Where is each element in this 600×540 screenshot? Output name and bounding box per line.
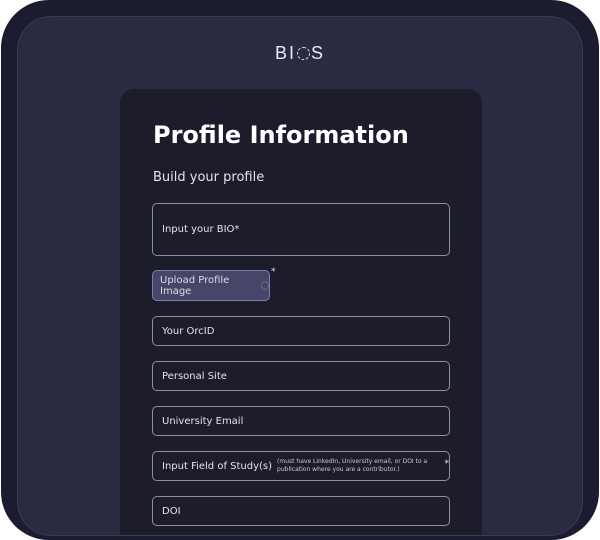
form-subtitle: Build your profile bbox=[153, 170, 265, 185]
bio-input[interactable]: Input your BIO * bbox=[152, 203, 450, 256]
field-of-study-input[interactable]: Input Field of Study(s) (must have Linke… bbox=[152, 451, 450, 481]
page-title: Profile Information bbox=[153, 121, 409, 149]
field-of-study-placeholder: Input Field of Study(s) bbox=[162, 460, 273, 472]
doi-placeholder: DOI bbox=[162, 505, 181, 517]
university-email-input[interactable]: University Email bbox=[152, 406, 450, 436]
required-mark: * bbox=[234, 224, 240, 235]
bio-placeholder: Input your BIO bbox=[162, 224, 235, 235]
upload-label: Upload Profile Image bbox=[160, 274, 230, 297]
upload-required-mark: * bbox=[271, 267, 276, 277]
logo-ring-icon bbox=[297, 47, 310, 60]
personal-site-placeholder: Personal Site bbox=[162, 370, 227, 382]
orcid-placeholder: Your OrcID bbox=[162, 325, 215, 337]
device-frame: BI S Profile Information Build your profi… bbox=[1, 0, 599, 540]
field-of-study-note: (must have LinkedIn, University email, o… bbox=[277, 458, 428, 473]
app-screen: BI S Profile Information Build your profi… bbox=[17, 16, 583, 536]
upload-profile-image-button[interactable]: Upload Profile Image bbox=[152, 270, 270, 301]
bios-logo: BI S bbox=[274, 43, 326, 63]
info-icon bbox=[260, 281, 269, 290]
field-of-study-required-mark: * bbox=[444, 459, 450, 469]
university-email-placeholder: University Email bbox=[162, 415, 244, 427]
profile-form-card: Profile Information Build your profile I… bbox=[120, 89, 482, 535]
doi-input[interactable]: DOI bbox=[152, 496, 450, 526]
personal-site-input[interactable]: Personal Site bbox=[152, 361, 450, 391]
orcid-input[interactable]: Your OrcID bbox=[152, 316, 450, 346]
